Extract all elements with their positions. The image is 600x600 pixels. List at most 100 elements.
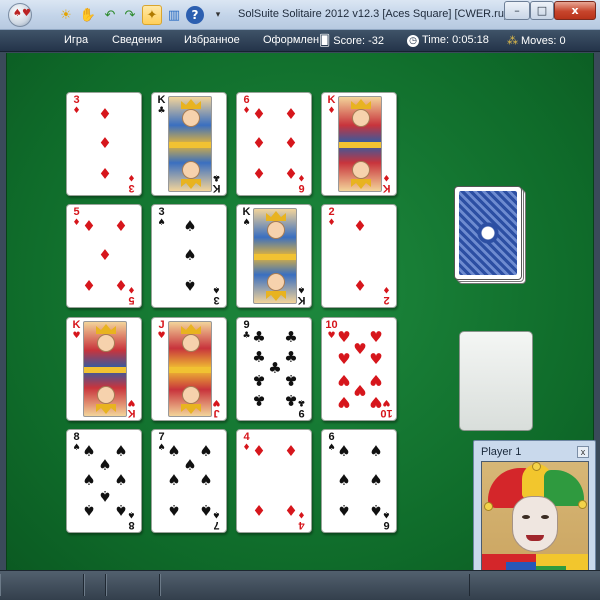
face-head [182,334,200,352]
tableau-card[interactable]: 5 ♦ 5 ♦ ♦ ♦ ♦ ♦ ♦ [66,204,142,308]
stats-icon[interactable]: ▥ [164,5,184,25]
waste-pile[interactable] [459,331,533,431]
card-suit: ♠ [157,218,166,228]
player-panel-close-button[interactable]: x [577,446,589,458]
hint-icon[interactable]: ✦ [142,5,162,25]
time-label: Time: [422,34,450,46]
status-bar [0,570,600,600]
card-pip: ♣ [252,371,266,389]
card-pip: ♠ [369,471,383,489]
card-pip: ♥ [337,350,351,368]
tableau-card[interactable]: 9 ♣ 9 ♣ ♣ ♣ ♣ ♣ ♣ ♣ ♣ ♣ ♣ [236,317,312,421]
card-rank: 3 [128,182,135,194]
card-pip: ♦ [98,134,112,152]
face-head [97,334,115,352]
sun-icon[interactable]: ☀ [56,5,76,25]
menu-appearance[interactable]: Оформлен [263,34,319,46]
card-suit: ♣ [157,106,166,116]
tableau-card[interactable]: K ♠ K ♠ [236,204,312,308]
tableau-card[interactable]: 7 ♠ 7 ♠ ♠ ♠ ♠ ♠ ♠ ♠ ♠ [151,429,227,533]
card-pip: ♠ [98,456,112,474]
help-icon[interactable]: ? [186,6,204,24]
card-index-bottom: 3 ♦ [125,171,138,194]
menu-info[interactable]: Сведения [112,34,162,46]
card-pip: ♠ [167,471,181,489]
card-pip: ♠ [183,246,197,264]
card-pip: ♠ [167,442,181,460]
card-pip: ♥ [369,328,383,346]
card-pip: ♠ [369,501,383,519]
hand-icon[interactable]: ✋ [78,5,98,25]
stock-pile[interactable] [454,186,526,284]
card-rank: 2 [328,206,335,218]
card-pip: ♠ [199,442,213,460]
face-divider [254,254,296,260]
tableau-card[interactable]: 8 ♠ 8 ♠ ♠ ♠ ♠ ♠ ♠ ♠ ♠ ♠ [66,429,142,533]
card-rank: 3 [73,94,80,106]
card-pip: ♦ [82,217,96,235]
eye [541,515,549,519]
crown-icon [266,291,286,301]
bell-icon [484,502,493,511]
card-rank: K [157,94,166,106]
score-display: 🂠 Score: -32 [319,34,384,47]
bell-icon [578,500,587,509]
tableau-card[interactable]: K ♥ K ♥ [66,317,142,421]
face-head [97,386,115,404]
card-pip: ♦ [252,105,266,123]
tableau-card[interactable]: 6 ♠ 6 ♠ ♠ ♠ ♠ ♠ ♠ ♠ [321,429,397,533]
tableau-card[interactable]: K ♣ K ♣ [151,92,227,196]
card-suit: ♠ [212,284,221,294]
face-head [352,109,370,127]
card-pip: ♠ [183,276,197,294]
status-segment [106,574,160,596]
card-pip: ♣ [252,391,266,409]
card-pip: ♥ [337,328,351,346]
card-pip: ♥ [353,381,367,399]
card-pip: ♠ [337,471,351,489]
tableau-card[interactable]: K ♦ K ♦ [321,92,397,196]
app-orb-icon[interactable]: ♠♥ [8,3,32,27]
crown-icon [181,324,201,334]
crown-icon [351,99,371,109]
face-head [182,161,200,179]
card-rank: 7 [158,431,165,443]
tableau-card[interactable]: J ♥ J ♥ [151,317,227,421]
card-rank: 8 [128,519,135,531]
tableau-card[interactable]: 10 ♥ 10 ♥ ♥ ♥ ♥ ♥ ♥ ♥ ♥ ♥ ♥ ♥ [321,317,397,421]
card-pip: ♦ [98,105,112,123]
close-button[interactable]: x [554,1,596,20]
card-back[interactable] [454,186,522,280]
tableau-card[interactable]: 3 ♦ 3 ♦ ♦ ♦ ♦ [66,92,142,196]
card-rank: K [327,94,336,106]
score-value: -32 [368,35,385,47]
menu-game[interactable]: Игра [64,34,88,46]
tableau-card[interactable]: 6 ♦ 6 ♦ ♦ ♦ ♦ ♦ ♦ ♦ [236,92,312,196]
card-pip: ♠ [114,501,128,519]
card-pip: ♦ [114,276,128,294]
tableau-card[interactable]: 4 ♦ 4 ♦ ♦ ♦ ♦ ♦ [236,429,312,533]
face-divider [84,367,126,373]
maximize-button[interactable]: □ [530,1,554,20]
menu-favorites[interactable]: Избранное [184,34,240,46]
card-rank: 5 [128,294,135,306]
card-rank: 6 [328,431,335,443]
card-pip: ♥ [369,371,383,389]
card-pip: ♠ [114,471,128,489]
undo-icon[interactable]: ↶ [100,5,120,25]
card-suit: ♠ [242,218,251,228]
moves-value: 0 [559,35,566,47]
card-index-top: K ♠ [240,207,253,229]
tableau-card[interactable]: 2 ♦ 2 ♦ ♦ ♦ [321,204,397,308]
player-name: Player 1 [481,446,522,458]
status-segment [160,574,470,596]
crown-icon [351,179,371,189]
minimize-button[interactable]: – [504,1,530,20]
card-pip: ♠ [82,442,96,460]
tableau-card[interactable]: 3 ♠ 3 ♠ ♠ ♠ ♠ [151,204,227,308]
redo-icon[interactable]: ↷ [120,5,140,25]
status-segment [0,574,84,596]
dropdown-icon[interactable]: ▾ [208,5,228,25]
card-pip: ♠ [337,501,351,519]
king-portrait [253,208,297,304]
